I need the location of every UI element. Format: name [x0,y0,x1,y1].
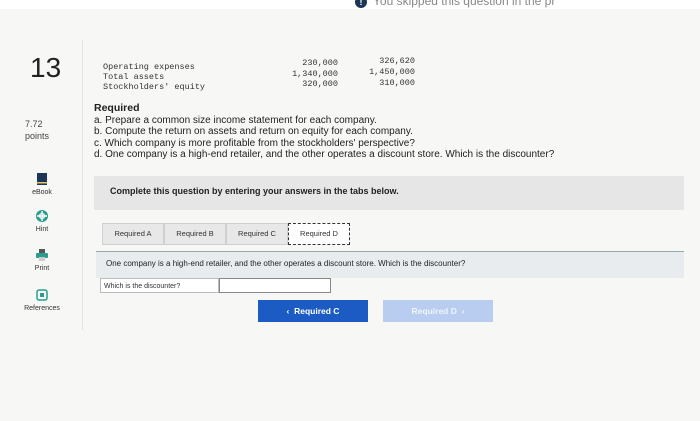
row-value-total-assets-company2: 1,450,000 [369,67,415,77]
chevron-right-icon: › [461,306,465,316]
row-label-total-assets: Total assets [103,72,165,82]
tab-required-d[interactable]: Required D [288,223,350,245]
required-item-c: c. Which company is more profitable from… [94,137,415,149]
next-required-button[interactable]: Required D › [383,300,493,322]
hint-icon [36,210,48,222]
skip-notice-text: You skipped this question in the pr [373,0,556,8]
prev-required-button[interactable]: ‹ Required C [258,300,368,322]
row-label-operating-expenses: Operating expenses [103,62,195,72]
hint-label: Hint [35,226,49,233]
row-value-stockholders-equity-company1: 320,000 [302,79,338,89]
skip-notice: ! You skipped this question in the pr [355,0,555,8]
info-icon: ! [355,0,367,8]
ebook-button[interactable]: eBook [14,172,70,196]
row-value-stockholders-equity-company2: 310,000 [379,78,415,88]
required-item-a: a. Prepare a common size income statemen… [94,114,377,126]
ebook-label: eBook [32,189,52,196]
references-icon [36,289,48,301]
discounter-answer-input[interactable] [219,278,331,293]
question-number: 13 [30,52,62,83]
row-value-total-assets-company1: 1,340,000 [292,69,338,79]
tab-required-c[interactable]: Required C [226,223,288,245]
print-label: Print [34,265,50,272]
print-icon [36,249,48,261]
tab-required-a[interactable]: Required A [102,223,164,245]
top-bar [0,0,700,9]
ebook-icon [37,173,47,185]
answer-label: Which is the discounter? [100,278,219,293]
required-heading: Required [94,102,140,114]
sidebar-divider [82,40,83,330]
print-button[interactable]: Print [14,248,70,272]
required-item-d: d. One company is a high-end retailer, a… [94,149,555,160]
row-value-operating-expenses-company1: 230,000 [302,58,338,68]
required-section: Required a. Prepare a common size income… [94,102,555,161]
next-button-label: Required D [411,306,457,316]
row-value-operating-expenses-company2: 326,620 [379,56,415,66]
references-button[interactable]: References [14,288,70,312]
hint-button[interactable]: Hint [14,209,70,233]
required-item-b: b. Compute the return on assets and retu… [94,126,413,137]
tab-required-b[interactable]: Required B [164,223,226,245]
question-bar-text: One company is a high-end retailer, and … [106,259,466,268]
question-points: 7.72 points [25,119,50,141]
chevron-left-icon: ‹ [286,306,290,316]
instruction-text: Complete this question by entering your … [110,186,399,196]
references-label: References [24,305,60,312]
prev-button-label: Required C [294,306,340,316]
row-label-stockholders-equity: Stockholders' equity [103,82,206,92]
